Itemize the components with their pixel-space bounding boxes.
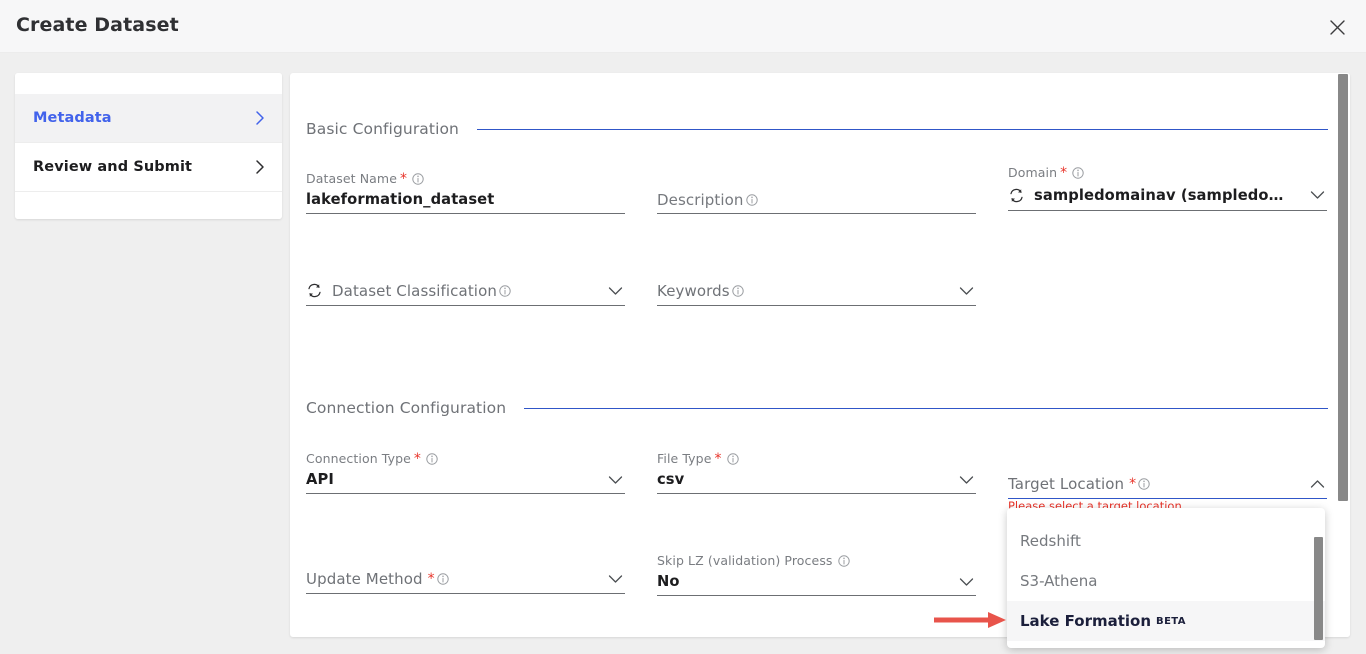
field-label-text: Domain — [1008, 165, 1058, 180]
refresh-icon[interactable] — [1008, 187, 1025, 204]
info-icon[interactable] — [1138, 477, 1150, 490]
info-icon[interactable] — [499, 284, 511, 297]
file-type-select[interactable]: csv — [657, 466, 976, 494]
chevron-down-icon[interactable] — [1310, 190, 1325, 200]
section-header-basic-configuration: Basic Configuration — [306, 120, 1328, 138]
field-placeholder: Keywords — [657, 281, 730, 300]
update-method-select[interactable]: Update Method * — [306, 564, 625, 594]
info-icon[interactable] — [1072, 166, 1084, 179]
field-keywords: Keywords — [657, 276, 976, 306]
section-title: Connection Configuration — [306, 399, 507, 417]
wizard-sidebar: Metadata Review and Submit — [15, 73, 282, 219]
chevron-down-icon[interactable] — [608, 574, 623, 584]
field-label: Skip LZ (validation) Process — [657, 553, 976, 568]
chevron-right-icon — [255, 111, 265, 126]
chevron-down-icon[interactable] — [959, 475, 974, 485]
skip-lz-select[interactable]: No — [657, 568, 976, 596]
field-label: Dataset Name * — [306, 171, 625, 186]
refresh-icon[interactable] — [306, 282, 323, 299]
section-divider — [524, 407, 1328, 409]
field-placeholder: Update Method — [306, 569, 423, 588]
section-header-connection-configuration: Connection Configuration — [306, 399, 1328, 417]
field-value: csv — [657, 471, 685, 488]
field-label-text: File Type — [657, 451, 712, 466]
info-icon[interactable] — [412, 172, 424, 185]
info-icon[interactable] — [731, 284, 744, 297]
sidebar-bottom-spacer — [15, 192, 282, 219]
chevron-down-icon[interactable] — [959, 286, 974, 296]
sidebar-item-label: Review and Submit — [33, 159, 193, 175]
info-icon[interactable] — [745, 193, 758, 206]
target-location-select[interactable]: Target Location * — [1008, 469, 1327, 499]
field-label: File Type * — [657, 451, 976, 466]
field-update-method: Update Method * — [306, 564, 625, 594]
modal-header: Create Dataset — [0, 0, 1366, 53]
field-value: API — [306, 471, 334, 488]
chevron-down-icon[interactable] — [608, 475, 623, 485]
field-skip-lz-validation-process: Skip LZ (validation) Process No — [657, 553, 976, 596]
create-dataset-modal: Create Dataset Metadata Review and Submi… — [0, 0, 1366, 654]
field-connection-type: Connection Type * API — [306, 451, 625, 494]
sidebar-item-review-and-submit[interactable]: Review and Submit — [15, 143, 282, 192]
field-label: Connection Type * — [306, 451, 625, 466]
section-divider — [476, 128, 1328, 130]
sidebar-top-spacer — [15, 73, 282, 94]
field-target-location: Target Location * — [1008, 469, 1327, 499]
field-label: Domain * — [1008, 165, 1327, 180]
field-placeholder: Target Location — [1008, 474, 1125, 493]
dropdown-option-label: S3-Athena — [1020, 572, 1098, 590]
field-placeholder: Description — [657, 190, 744, 209]
form-scrollbar[interactable] — [1335, 73, 1350, 637]
sidebar-item-metadata[interactable]: Metadata — [15, 94, 282, 143]
required-marker: * — [400, 170, 408, 187]
chevron-up-icon[interactable] — [1310, 479, 1325, 489]
dropdown-option-s3-athena[interactable]: S3-Athena — [1007, 561, 1325, 601]
dropdown-scrollbar-thumb[interactable] — [1314, 537, 1323, 640]
info-icon[interactable] — [837, 554, 850, 567]
field-value: No — [657, 573, 680, 590]
beta-badge: BETA — [1156, 615, 1186, 627]
field-value: sampledomainav (sampledomain… — [1034, 186, 1289, 204]
field-value: lakeformation_dataset — [306, 191, 495, 208]
dropdown-scrollbar[interactable] — [1311, 508, 1325, 648]
required-marker: * — [1060, 164, 1068, 181]
field-label-text: Skip LZ (validation) Process — [657, 553, 833, 568]
required-marker: * — [413, 450, 422, 467]
field-label-text: Dataset Name — [306, 171, 398, 186]
info-icon[interactable] — [726, 452, 739, 465]
field-dataset-classification: Dataset Classification — [306, 276, 625, 306]
required-marker: * — [714, 450, 722, 467]
field-file-type: File Type * csv — [657, 451, 976, 494]
required-marker: * — [1129, 475, 1137, 492]
field-dataset-name: Dataset Name * lakeformation_dataset — [306, 171, 625, 214]
dataset-name-input[interactable]: lakeformation_dataset — [306, 186, 625, 214]
field-description: Description — [657, 171, 976, 214]
info-icon[interactable] — [426, 452, 438, 465]
field-domain: Domain * sampledomainav (sampledom — [1008, 165, 1327, 211]
keywords-select[interactable]: Keywords — [657, 276, 976, 306]
target-location-dropdown-menu: Redshift S3-Athena Lake Formation BETA — [1007, 508, 1325, 648]
form-scrollbar-thumb[interactable] — [1338, 74, 1348, 501]
domain-select[interactable]: sampledomainav (sampledomain… — [1008, 180, 1327, 211]
info-icon[interactable] — [436, 572, 449, 585]
connection-type-select[interactable]: API — [306, 466, 625, 494]
chevron-down-icon[interactable] — [959, 577, 974, 587]
dropdown-option-label: Redshift — [1020, 532, 1081, 550]
dataset-classification-select[interactable]: Dataset Classification — [306, 276, 625, 306]
field-label-text: Connection Type — [306, 451, 411, 466]
close-icon[interactable] — [1322, 12, 1352, 42]
page-title: Create Dataset — [16, 14, 179, 36]
chevron-right-icon — [255, 160, 265, 175]
dropdown-option-redshift[interactable]: Redshift — [1007, 521, 1325, 561]
required-marker: * — [427, 570, 435, 587]
dropdown-option-lake-formation[interactable]: Lake Formation BETA — [1007, 601, 1325, 641]
dropdown-option-list: Redshift S3-Athena Lake Formation BETA — [1007, 508, 1325, 648]
dropdown-option-label: Lake Formation — [1020, 612, 1152, 630]
field-placeholder: Dataset Classification — [332, 281, 497, 300]
description-input[interactable]: Description — [657, 186, 976, 214]
chevron-down-icon[interactable] — [608, 286, 623, 296]
sidebar-item-label: Metadata — [33, 110, 112, 126]
section-title: Basic Configuration — [306, 120, 459, 138]
field-label-spacer — [657, 171, 976, 186]
